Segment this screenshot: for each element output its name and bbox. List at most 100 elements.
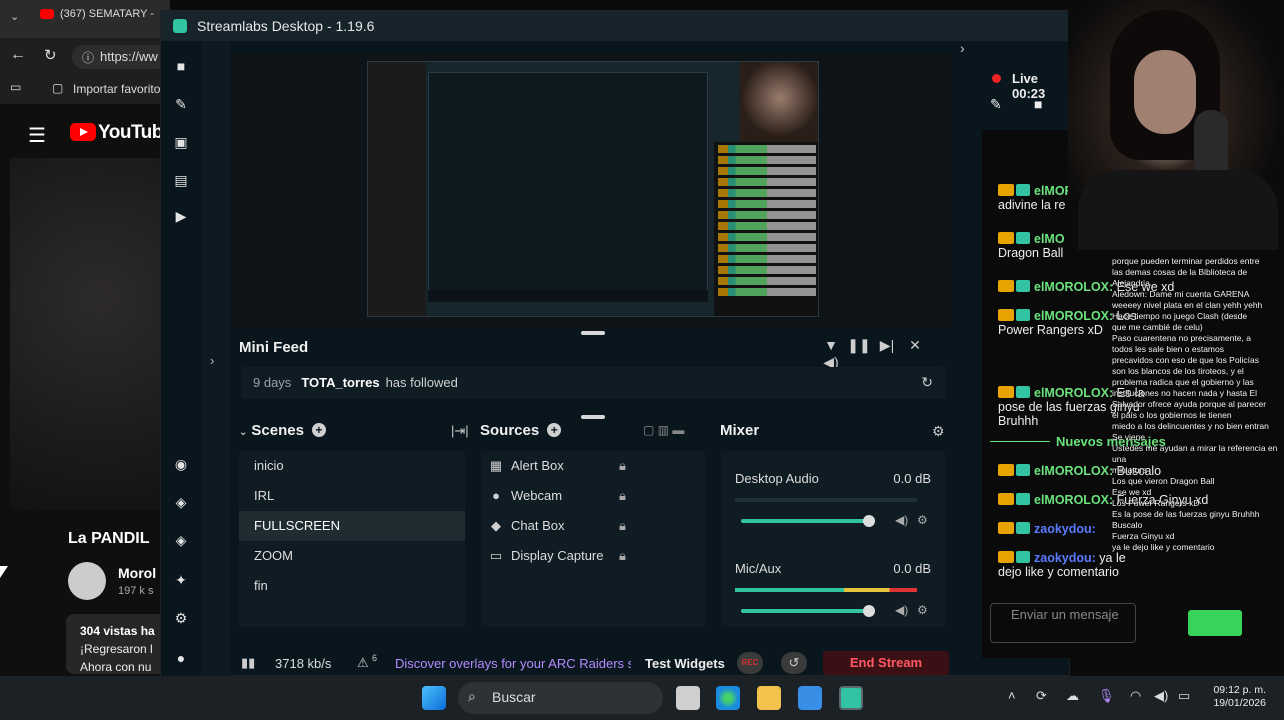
chat-user[interactable]: elMOROLOX: <box>1034 464 1113 478</box>
channel-avatar[interactable] <box>68 562 106 600</box>
tray-sync-icon[interactable]: ⟳ <box>1036 688 1047 704</box>
add-source-icon[interactable]: + <box>547 423 562 437</box>
browser-tab[interactable]: (367) SEMATARY - <box>40 8 170 30</box>
apps-store-icon[interactable]: ◈ <box>172 493 190 511</box>
back-icon[interactable]: ← <box>10 46 26 64</box>
channel-name[interactable]: Morol <box>118 565 156 581</box>
chat-user[interactable]: elMOROLOX: <box>1034 493 1113 507</box>
lock-icon[interactable]: 🔒︎ <box>619 541 626 571</box>
source-item[interactable]: ▦ Alert Box 🔒︎ <box>481 451 705 481</box>
mixer-settings-icon[interactable]: ⚙ <box>932 423 945 440</box>
expand-chevron-icon[interactable]: › <box>210 353 214 368</box>
add-scene-icon[interactable]: + <box>311 423 326 437</box>
import-bookmarks-icon[interactable]: ▢ <box>52 81 63 95</box>
scene-transition-icon[interactable]: |⇥| <box>451 423 469 439</box>
replay-buffer-icon[interactable]: ↺ <box>781 652 807 674</box>
studio-camera-icon[interactable]: ■ <box>172 57 190 75</box>
pause-icon[interactable]: ❚❚ <box>845 337 873 354</box>
channel-settings-icon[interactable]: ⚙ <box>917 603 928 617</box>
volume-knob[interactable] <box>863 605 875 617</box>
chat-user[interactable]: elMOROLOX: <box>1034 309 1113 323</box>
preview-resize-handle[interactable] <box>581 331 605 335</box>
collapse-chevron-icon[interactable]: ⌄ <box>239 427 247 438</box>
mod-badge-icon <box>1016 232 1030 244</box>
promo-link[interactable]: Discover overlays for your ARC Raiders s <box>395 656 631 671</box>
source-item[interactable]: ▭ Display Capture 🔒︎ <box>481 541 705 571</box>
test-widgets-button[interactable]: Test Widgets <box>645 656 725 671</box>
import-bookmarks-link[interactable]: Importar favorito <box>73 82 160 96</box>
chat-user[interactable]: elMOROLOX: <box>1034 280 1113 294</box>
lock-icon[interactable]: 🔒︎ <box>619 511 626 541</box>
volume-knob[interactable] <box>863 515 875 527</box>
profile-icon[interactable]: ● <box>172 649 190 667</box>
settings-gear-icon[interactable]: ⚙ <box>172 609 190 627</box>
store-icon[interactable]: ▣ <box>172 133 190 151</box>
scene-item-active[interactable]: FULLSCREEN <box>239 511 465 541</box>
lock-icon[interactable]: 🔒︎ <box>619 451 626 481</box>
edge-browser-icon[interactable] <box>716 686 740 710</box>
tray-mic-icon[interactable]: 🎙︎ <box>1098 688 1115 704</box>
hamburger-menu-icon[interactable]: ☰ <box>28 123 46 148</box>
tray-cloud-icon[interactable]: ☁ <box>1066 688 1079 704</box>
overlay-line: que me cambié de celu) <box>1112 322 1203 332</box>
description-box[interactable]: 304 vistas ha ¡Regresaron l Ahora con nu <box>66 614 170 674</box>
chat-user[interactable]: elMOROLOX: <box>1034 386 1113 400</box>
scene-item[interactable]: fin <box>239 571 465 601</box>
replay-icon[interactable]: ↻ <box>921 374 933 391</box>
dashboard-icon[interactable]: ◉ <box>172 455 190 473</box>
tray-volume-icon[interactable]: ◀) <box>1154 688 1168 704</box>
source-folder-icons[interactable]: ▢ ▥ ▬ <box>643 423 684 437</box>
sparkle-icon[interactable]: ✦ <box>172 571 190 589</box>
scene-item[interactable]: IRL <box>239 481 465 511</box>
tray-chevron-icon[interactable]: ˄ <box>1008 688 1016 703</box>
themes-brush-icon[interactable]: ✎ <box>172 95 190 113</box>
youtube-logo[interactable]: YouTube <box>70 122 173 144</box>
tray-wifi-icon[interactable]: ◠ <box>1130 688 1141 704</box>
skip-icon[interactable]: ▶| <box>873 337 901 354</box>
filter-icon[interactable]: ▼ <box>817 337 845 353</box>
chat-user[interactable]: elMO <box>1034 232 1065 246</box>
file-explorer-icon[interactable] <box>757 686 781 710</box>
scene-item[interactable]: inicio <box>239 451 465 481</box>
end-stream-button[interactable]: End Stream <box>823 651 949 675</box>
taskbar-search[interactable]: ⌕ Buscar <box>458 682 663 714</box>
edit-pencil-icon[interactable]: ✎ <box>990 96 1002 113</box>
play-circle-icon[interactable]: ▶ <box>172 207 190 225</box>
bitrate: 3718 kb/s <box>275 656 332 671</box>
site-info-icon[interactable]: ⓘ <box>82 49 94 66</box>
channel-settings-icon[interactable]: ⚙ <box>917 513 928 527</box>
tray-battery-icon[interactable]: ▭ <box>1178 688 1190 704</box>
stream-preview[interactable] <box>231 53 953 329</box>
streamlabs-taskbar-icon[interactable] <box>839 686 863 710</box>
mute-alerts-icon[interactable]: ✕ <box>901 337 929 354</box>
mini-feed-event[interactable]: 9 days TOTA_torres has followed ↻ <box>241 367 945 399</box>
video-player[interactable] <box>10 158 160 510</box>
volume-slider[interactable] <box>741 609 867 613</box>
reload-icon[interactable]: ↻ <box>44 46 57 64</box>
feed-resize-handle[interactable] <box>581 415 605 419</box>
tab-list-icon[interactable]: ⌄ <box>10 10 19 23</box>
alert-warning-icon[interactable]: ⚠ <box>357 655 369 671</box>
scene-item[interactable]: ZOOM <box>239 541 465 571</box>
source-item[interactable]: ● Webcam 🔒︎ <box>481 481 705 511</box>
record-button[interactable]: REC <box>737 652 763 674</box>
chat-user[interactable]: zaokydou: <box>1034 522 1096 536</box>
chat-user[interactable]: zaokydou: <box>1034 551 1096 565</box>
microsoft-store-icon[interactable] <box>798 686 822 710</box>
mute-icon[interactable]: ◀) <box>895 513 908 527</box>
lock-icon[interactable]: 🔒︎ <box>619 481 626 511</box>
overlay-line: Alejandria <box>1112 278 1150 288</box>
taskbar-clock[interactable]: 09:12 p. m. 19/01/2026 <box>1206 684 1266 710</box>
source-item[interactable]: ◆ Chat Box 🔒︎ <box>481 511 705 541</box>
collapse-chat-chevron-icon[interactable]: › <box>960 40 965 56</box>
address-bar[interactable]: ⓘ https://ww <box>72 45 170 69</box>
apps-icon[interactable]: ▭ <box>10 80 21 94</box>
windows-start-icon[interactable] <box>422 686 446 710</box>
stats-chart-icon[interactable]: ▮▮ <box>241 655 255 671</box>
volume-slider[interactable] <box>741 519 867 523</box>
mute-icon[interactable]: ◀) <box>895 603 908 617</box>
task-view-icon[interactable] <box>676 686 700 710</box>
camera-icon[interactable]: ■ <box>1034 96 1042 112</box>
collab-icon[interactable]: ◈ <box>172 531 190 549</box>
widgets-icon[interactable]: ▤ <box>172 171 190 189</box>
